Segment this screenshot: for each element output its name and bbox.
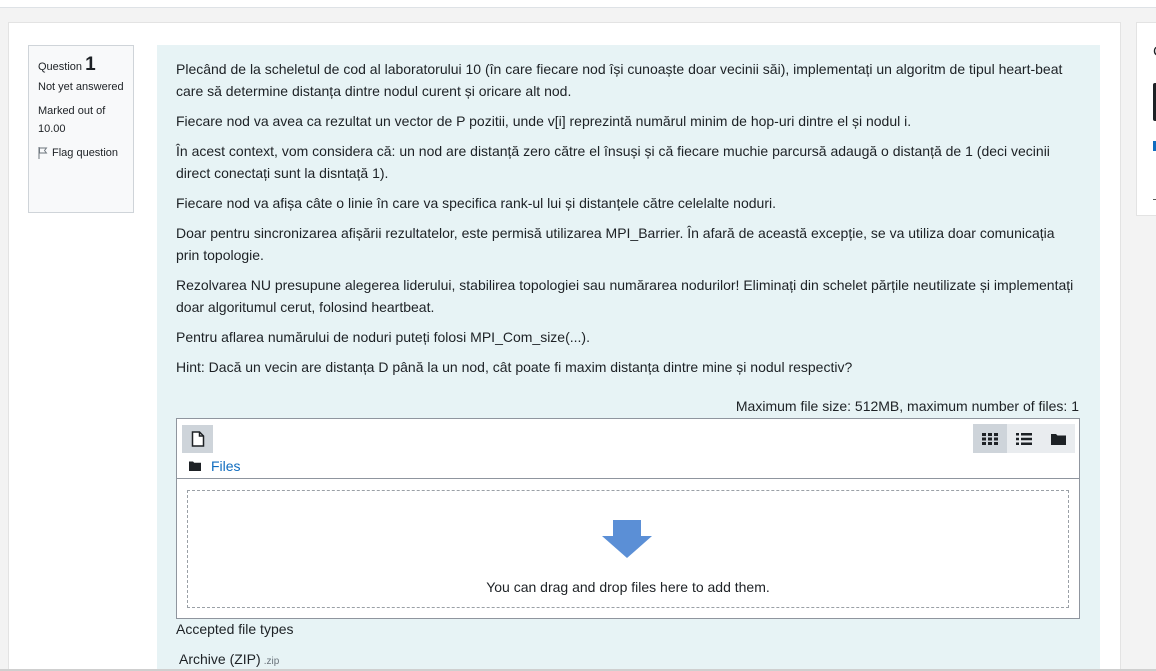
file-drop-zone[interactable]: You can drag and drop files here to add …	[187, 490, 1069, 608]
question-paragraph: Rezolvarea NU presupune alegerea liderul…	[176, 277, 1074, 315]
top-bar	[0, 0, 1156, 8]
flag-icon	[38, 147, 48, 159]
question-paragraph: Doar pentru sincronizarea afișării rezul…	[176, 225, 1055, 263]
folder-view-icon	[1050, 433, 1066, 445]
file-manager-toolbar: Files	[177, 419, 1079, 479]
question-content: Plecând de la scheletul de cod al labora…	[157, 45, 1100, 671]
file-manager: Files You can drag and drop files here t…	[176, 418, 1080, 619]
flag-question-label: Flag question	[52, 147, 119, 159]
list-view-icon	[1016, 432, 1032, 445]
accepted-file-type-ext: .zip	[263, 656, 280, 667]
question-paragraph: Pentru aflarea numărului de noduri puteț…	[176, 329, 590, 345]
question-number: Question 1	[38, 54, 96, 75]
breadcrumb-label: Files	[211, 458, 241, 474]
grid-view-icon	[982, 432, 998, 445]
grid-view-button[interactable]	[973, 424, 1007, 453]
question-paragraph: Plecând de la scheletul de cod al labora…	[176, 61, 1063, 99]
quiz-navigation-panel: C	[1136, 22, 1156, 216]
folder-view-button[interactable]	[1041, 424, 1075, 453]
question-paragraph: Fiecare nod va avea ca rezultat un vecto…	[176, 113, 912, 129]
drop-zone-text: You can drag and drop files here to add …	[486, 579, 770, 595]
accepted-file-type-label: Archive (ZIP)	[179, 651, 261, 667]
view-switcher	[973, 424, 1075, 453]
breadcrumb-files[interactable]: Files	[189, 458, 241, 474]
flag-question-button[interactable]: Flag question	[38, 144, 133, 162]
question-info: Question 1 Not yet answered Marked out o…	[28, 45, 134, 213]
question-state: Not yet answered	[38, 81, 124, 93]
question-paragraph: În acest context, vom considera că: un n…	[176, 143, 1050, 181]
question-paragraph: Fiecare nod va afișa câte o linie în car…	[176, 195, 776, 211]
accepted-file-type: Archive (ZIP) .zip	[179, 651, 279, 667]
list-view-button[interactable]	[1007, 424, 1041, 453]
accepted-file-types-title: Accepted file types	[176, 621, 294, 637]
max-file-size-text: Maximum file size: 512MB, maximum number…	[735, 398, 1079, 414]
add-file-button[interactable]	[182, 425, 213, 453]
add-file-icon	[191, 431, 204, 447]
question-paragraph: Hint: Dacă un vecin are distanța D până …	[176, 359, 853, 375]
folder-icon	[189, 461, 201, 471]
question-grade: Marked out of 10.00	[38, 105, 106, 135]
drop-arrow-icon	[602, 520, 652, 558]
